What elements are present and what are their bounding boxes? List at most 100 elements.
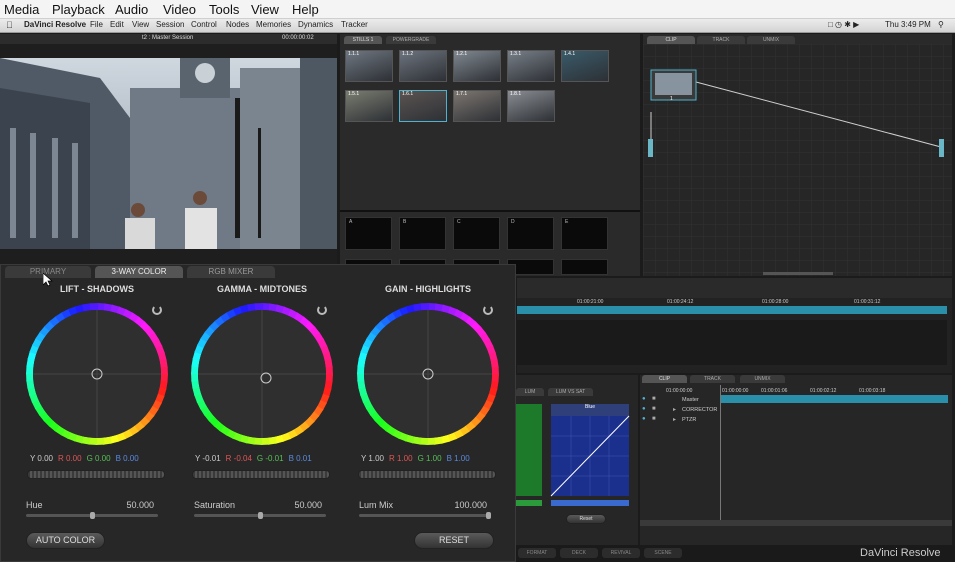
track-visibility-icon[interactable]: ●: [642, 396, 646, 402]
spotlight-icon[interactable]: ⚲: [938, 20, 944, 29]
param-value[interactable]: 50.000: [256, 500, 322, 510]
timeline-ruler[interactable]: [517, 278, 952, 298]
still-thumb[interactable]: 1.5.1: [345, 90, 393, 122]
wheel-reset-icon[interactable]: [483, 305, 493, 315]
param-slider[interactable]: [359, 512, 491, 519]
tab-lum[interactable]: LUM: [516, 388, 544, 396]
reset-button[interactable]: RESET: [414, 532, 494, 549]
auto-color-button[interactable]: AUTO COLOR: [26, 532, 105, 549]
tab-lum-vs-sat[interactable]: LUM VS SAT: [548, 388, 593, 396]
value-b[interactable]: B 1.00: [447, 454, 470, 463]
timeline-clip-track[interactable]: [517, 306, 947, 314]
still-thumb[interactable]: 1.1.1: [345, 50, 393, 82]
value-y[interactable]: Y -0.01: [195, 454, 221, 463]
still-thumb[interactable]: 1.2.1: [453, 50, 501, 82]
apple-icon[interactable]: : [6, 20, 13, 30]
menu-playback[interactable]: Playback: [52, 2, 105, 17]
node-scrollbar[interactable]: [763, 272, 833, 275]
value-b[interactable]: B 0.01: [289, 454, 312, 463]
tray-icons[interactable]: □ ◷ ✱ ▶: [828, 20, 859, 29]
value-r[interactable]: R 1.00: [389, 454, 413, 463]
tab-unmix[interactable]: UNMIX: [747, 36, 795, 44]
curve-reset-button[interactable]: Reset: [566, 514, 606, 524]
value-b[interactable]: B 0.00: [116, 454, 139, 463]
menu-session[interactable]: Session: [156, 20, 184, 29]
track-expand-icon[interactable]: ▸: [673, 416, 676, 423]
memory-slot[interactable]: C: [453, 217, 500, 250]
value-g[interactable]: G 1.00: [418, 454, 442, 463]
wheel-reset-icon[interactable]: [317, 305, 327, 315]
value-g[interactable]: G 0.00: [87, 454, 111, 463]
slider-knob[interactable]: [257, 512, 263, 519]
value-y[interactable]: Y 1.00: [361, 454, 384, 463]
menu-dynamics[interactable]: Dynamics: [298, 20, 333, 29]
curve-graphs[interactable]: [516, 400, 638, 510]
memory-slot[interactable]: E: [561, 217, 608, 250]
wheel-reset-icon[interactable]: [152, 305, 162, 315]
kf-master-track[interactable]: [720, 395, 948, 403]
still-thumb[interactable]: 1.4.1: [561, 50, 609, 82]
kf-track-row[interactable]: ● ■ Master: [642, 396, 718, 405]
menu-view[interactable]: View: [251, 2, 279, 17]
still-thumb[interactable]: 1.1.2: [399, 50, 447, 82]
still-thumb[interactable]: 1.3.1: [507, 50, 555, 82]
menu-edit[interactable]: Edit: [110, 20, 124, 29]
kf-tab-unmix[interactable]: UNMIX: [740, 375, 785, 383]
track-visibility-icon[interactable]: ●: [642, 406, 646, 412]
tab-rgb-mixer[interactable]: RGB MIXER: [187, 266, 275, 278]
menu-memories[interactable]: Memories: [256, 20, 291, 29]
node-graph[interactable]: [643, 44, 952, 276]
slider-knob[interactable]: [486, 512, 491, 519]
bottom-tab[interactable]: SCENE: [644, 548, 682, 558]
tab-powergrade[interactable]: POWERGRADE: [386, 36, 436, 44]
param-value[interactable]: 100.000: [421, 500, 487, 510]
menu-audio[interactable]: Audio: [115, 2, 148, 17]
menu-tools[interactable]: Tools: [209, 2, 239, 17]
still-thumb[interactable]: 1.6.1: [399, 90, 447, 122]
viewer-frame[interactable]: [0, 58, 337, 249]
kf-tab-track[interactable]: TRACK: [690, 375, 735, 383]
param-slider[interactable]: [26, 512, 158, 519]
slider-knob[interactable]: [89, 512, 95, 519]
kf-track-row[interactable]: ● ■ ▸ PTZR: [642, 416, 718, 425]
tab-clip[interactable]: CLIP: [647, 36, 695, 44]
app-name-menu[interactable]: DaVinci Resolve: [24, 20, 86, 29]
menu-nodes[interactable]: Nodes: [226, 20, 249, 29]
memory-slot[interactable]: D: [507, 217, 554, 250]
bottom-tab[interactable]: REVIVAL: [602, 548, 640, 558]
track-visibility-icon[interactable]: ●: [642, 416, 646, 422]
menu-control[interactable]: Control: [191, 20, 217, 29]
value-g[interactable]: G -0.01: [257, 454, 284, 463]
bottom-tab[interactable]: DECK: [560, 548, 598, 558]
track-lock-icon[interactable]: ■: [652, 406, 656, 412]
menu-media[interactable]: Media: [4, 2, 39, 17]
value-r[interactable]: R 0.00: [58, 454, 82, 463]
memory-slot[interactable]: B: [399, 217, 446, 250]
kf-tab-clip[interactable]: CLIP: [642, 375, 687, 383]
master-wheel-gain[interactable]: [358, 470, 496, 479]
memory-slot[interactable]: A: [345, 217, 392, 250]
master-wheel-gamma[interactable]: [192, 470, 330, 479]
menu-video[interactable]: Video: [163, 2, 196, 17]
menu-tracker[interactable]: Tracker: [341, 20, 368, 29]
tab-track[interactable]: TRACK: [697, 36, 745, 44]
track-expand-icon[interactable]: ▸: [673, 406, 676, 413]
kf-scrollbar[interactable]: [640, 520, 952, 526]
track-lock-icon[interactable]: ■: [652, 396, 656, 402]
param-slider[interactable]: [194, 512, 326, 519]
color-wheel-lift[interactable]: [22, 299, 172, 449]
param-value[interactable]: 50.000: [88, 500, 154, 510]
value-r[interactable]: R -0.04: [226, 454, 252, 463]
memory-slot-empty[interactable]: [561, 259, 608, 275]
color-wheel-gamma[interactable]: [187, 299, 337, 449]
tab-stills[interactable]: STILLS 1: [344, 36, 382, 44]
menu-view-2[interactable]: View: [132, 20, 149, 29]
still-thumb[interactable]: 1.8.1: [507, 90, 555, 122]
menu-help[interactable]: Help: [292, 2, 319, 17]
bottom-tab[interactable]: FORMAT: [518, 548, 556, 558]
track-lock-icon[interactable]: ■: [652, 416, 656, 422]
kf-track-row[interactable]: ● ■ ▸ CORRECTOR: [642, 406, 718, 415]
master-wheel-lift[interactable]: [27, 470, 165, 479]
tab-3-way-color[interactable]: 3-WAY COLOR: [95, 266, 183, 278]
color-wheel-gain[interactable]: [353, 299, 503, 449]
